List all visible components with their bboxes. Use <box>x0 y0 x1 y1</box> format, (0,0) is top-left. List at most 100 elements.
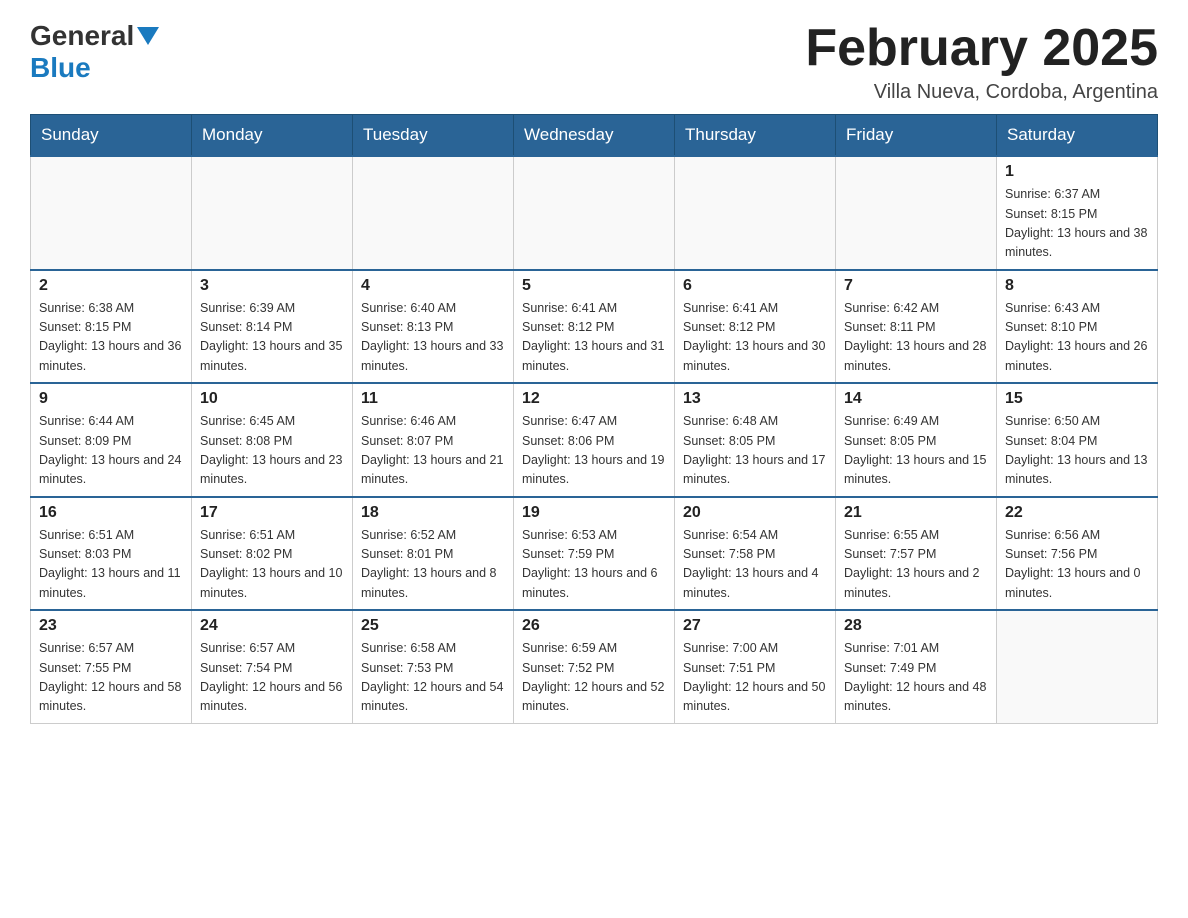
day-cell <box>836 156 997 270</box>
week-row-3: 9Sunrise: 6:44 AM Sunset: 8:09 PM Daylig… <box>31 383 1158 497</box>
week-row-4: 16 Sunrise: 6:51 AM Sunset: 8:03 PM Dayli… <box>31 497 1158 611</box>
day-info: Sunrise: 6:57 AM Sunset: 7:55 PM Dayligh… <box>39 639 183 717</box>
day-info: Sunrise: 6:41 AM Sunset: 8:12 PM Dayligh… <box>683 299 827 377</box>
day-cell: 28 Sunrise: 7:01 AM Sunset: 7:49 PM Dayli… <box>836 610 997 723</box>
day-number: 2 <box>39 277 183 295</box>
day-cell: 5Sunrise: 6:41 AM Sunset: 8:12 PM Daylig… <box>514 270 675 384</box>
day-cell: 18Sunrise: 6:52 AM Sunset: 8:01 PM Dayli… <box>353 497 514 611</box>
day-info: Sunrise: 6:53 AM Sunset: 7:59 PM Dayligh… <box>522 526 666 604</box>
day-number: 17 <box>200 504 344 522</box>
day-number: 7 <box>844 277 988 295</box>
day-info: Sunrise: 6:50 AM Sunset: 8:04 PM Dayligh… <box>1005 412 1149 490</box>
logo-general-text: General <box>30 20 134 52</box>
day-cell <box>514 156 675 270</box>
day-number: 20 <box>683 504 827 522</box>
day-info: Sunrise: 6:46 AM Sunset: 8:07 PM Dayligh… <box>361 412 505 490</box>
week-row-5: 23 Sunrise: 6:57 AM Sunset: 7:55 PM Dayli… <box>31 610 1158 723</box>
day-number: 23 <box>39 617 183 635</box>
day-cell: 20 Sunrise: 6:54 AM Sunset: 7:58 PM Dayli… <box>675 497 836 611</box>
day-info: Sunrise: 6:58 AM Sunset: 7:53 PM Dayligh… <box>361 639 505 717</box>
day-number: 18 <box>361 504 505 522</box>
day-number: 5 <box>522 277 666 295</box>
day-cell: 10 Sunrise: 6:45 AM Sunset: 8:08 PM Dayli… <box>192 383 353 497</box>
day-info: Sunrise: 6:59 AM Sunset: 7:52 PM Dayligh… <box>522 639 666 717</box>
day-number: 16 <box>39 504 183 522</box>
header-tuesday: Tuesday <box>353 115 514 157</box>
month-title: February 2025 <box>805 20 1158 77</box>
day-info: Sunrise: 6:42 AM Sunset: 8:11 PM Dayligh… <box>844 299 988 377</box>
day-number: 6 <box>683 277 827 295</box>
day-cell: 1Sunrise: 6:37 AM Sunset: 8:15 PM Daylig… <box>997 156 1158 270</box>
day-number: 24 <box>200 617 344 635</box>
day-number: 26 <box>522 617 666 635</box>
week-row-2: 2Sunrise: 6:38 AM Sunset: 8:15 PM Daylig… <box>31 270 1158 384</box>
day-info: Sunrise: 6:55 AM Sunset: 7:57 PM Dayligh… <box>844 526 988 604</box>
location-subtitle: Villa Nueva, Cordoba, Argentina <box>805 81 1158 104</box>
day-cell: 21 Sunrise: 6:55 AM Sunset: 7:57 PM Dayli… <box>836 497 997 611</box>
day-number: 25 <box>361 617 505 635</box>
header-thursday: Thursday <box>675 115 836 157</box>
weekday-header-row: Sunday Monday Tuesday Wednesday Thursday… <box>31 115 1158 157</box>
header-friday: Friday <box>836 115 997 157</box>
day-info: Sunrise: 6:45 AM Sunset: 8:08 PM Dayligh… <box>200 412 344 490</box>
day-info: Sunrise: 6:51 AM Sunset: 8:03 PM Dayligh… <box>39 526 183 604</box>
day-number: 27 <box>683 617 827 635</box>
day-info: Sunrise: 7:00 AM Sunset: 7:51 PM Dayligh… <box>683 639 827 717</box>
calendar-table: Sunday Monday Tuesday Wednesday Thursday… <box>30 114 1158 724</box>
day-cell: 26 Sunrise: 6:59 AM Sunset: 7:52 PM Dayli… <box>514 610 675 723</box>
day-number: 4 <box>361 277 505 295</box>
page-header: General Blue February 2025 Villa Nueva, … <box>30 20 1158 104</box>
day-cell: 24 Sunrise: 6:57 AM Sunset: 7:54 PM Dayli… <box>192 610 353 723</box>
day-number: 22 <box>1005 504 1149 522</box>
logo-triangle-icon <box>137 27 159 45</box>
title-block: February 2025 Villa Nueva, Cordoba, Arge… <box>805 20 1158 104</box>
day-number: 28 <box>844 617 988 635</box>
day-info: Sunrise: 6:43 AM Sunset: 8:10 PM Dayligh… <box>1005 299 1149 377</box>
day-cell: 8 Sunrise: 6:43 AM Sunset: 8:10 PM Daylig… <box>997 270 1158 384</box>
day-info: Sunrise: 7:01 AM Sunset: 7:49 PM Dayligh… <box>844 639 988 717</box>
day-cell: 22 Sunrise: 6:56 AM Sunset: 7:56 PM Dayli… <box>997 497 1158 611</box>
day-cell: 9Sunrise: 6:44 AM Sunset: 8:09 PM Daylig… <box>31 383 192 497</box>
day-number: 10 <box>200 390 344 408</box>
week-row-1: 1Sunrise: 6:37 AM Sunset: 8:15 PM Daylig… <box>31 156 1158 270</box>
header-monday: Monday <box>192 115 353 157</box>
day-info: Sunrise: 6:40 AM Sunset: 8:13 PM Dayligh… <box>361 299 505 377</box>
day-info: Sunrise: 6:51 AM Sunset: 8:02 PM Dayligh… <box>200 526 344 604</box>
day-info: Sunrise: 6:48 AM Sunset: 8:05 PM Dayligh… <box>683 412 827 490</box>
day-cell: 25 Sunrise: 6:58 AM Sunset: 7:53 PM Dayli… <box>353 610 514 723</box>
day-cell: 7 Sunrise: 6:42 AM Sunset: 8:11 PM Daylig… <box>836 270 997 384</box>
day-cell: 16 Sunrise: 6:51 AM Sunset: 8:03 PM Dayli… <box>31 497 192 611</box>
day-cell <box>675 156 836 270</box>
day-cell: 15Sunrise: 6:50 AM Sunset: 8:04 PM Dayli… <box>997 383 1158 497</box>
day-cell: 4 Sunrise: 6:40 AM Sunset: 8:13 PM Daylig… <box>353 270 514 384</box>
day-cell: 14 Sunrise: 6:49 AM Sunset: 8:05 PM Dayli… <box>836 383 997 497</box>
header-wednesday: Wednesday <box>514 115 675 157</box>
day-number: 21 <box>844 504 988 522</box>
day-cell <box>31 156 192 270</box>
day-number: 19 <box>522 504 666 522</box>
day-info: Sunrise: 6:57 AM Sunset: 7:54 PM Dayligh… <box>200 639 344 717</box>
day-cell: 2Sunrise: 6:38 AM Sunset: 8:15 PM Daylig… <box>31 270 192 384</box>
day-info: Sunrise: 6:49 AM Sunset: 8:05 PM Dayligh… <box>844 412 988 490</box>
day-info: Sunrise: 6:47 AM Sunset: 8:06 PM Dayligh… <box>522 412 666 490</box>
day-number: 14 <box>844 390 988 408</box>
day-cell: 19 Sunrise: 6:53 AM Sunset: 7:59 PM Dayli… <box>514 497 675 611</box>
day-cell: 27 Sunrise: 7:00 AM Sunset: 7:51 PM Dayli… <box>675 610 836 723</box>
day-cell: 6 Sunrise: 6:41 AM Sunset: 8:12 PM Daylig… <box>675 270 836 384</box>
day-number: 11 <box>361 390 505 408</box>
header-sunday: Sunday <box>31 115 192 157</box>
day-cell <box>192 156 353 270</box>
day-cell: 13 Sunrise: 6:48 AM Sunset: 8:05 PM Dayli… <box>675 383 836 497</box>
day-number: 8 <box>1005 277 1149 295</box>
day-number: 3 <box>200 277 344 295</box>
day-cell: 11 Sunrise: 6:46 AM Sunset: 8:07 PM Dayli… <box>353 383 514 497</box>
day-number: 12 <box>522 390 666 408</box>
day-number: 9 <box>39 390 183 408</box>
day-cell: 17 Sunrise: 6:51 AM Sunset: 8:02 PM Dayli… <box>192 497 353 611</box>
day-info: Sunrise: 6:56 AM Sunset: 7:56 PM Dayligh… <box>1005 526 1149 604</box>
logo: General Blue <box>30 20 159 84</box>
day-number: 13 <box>683 390 827 408</box>
day-info: Sunrise: 6:54 AM Sunset: 7:58 PM Dayligh… <box>683 526 827 604</box>
day-number: 1 <box>1005 163 1149 181</box>
header-saturday: Saturday <box>997 115 1158 157</box>
